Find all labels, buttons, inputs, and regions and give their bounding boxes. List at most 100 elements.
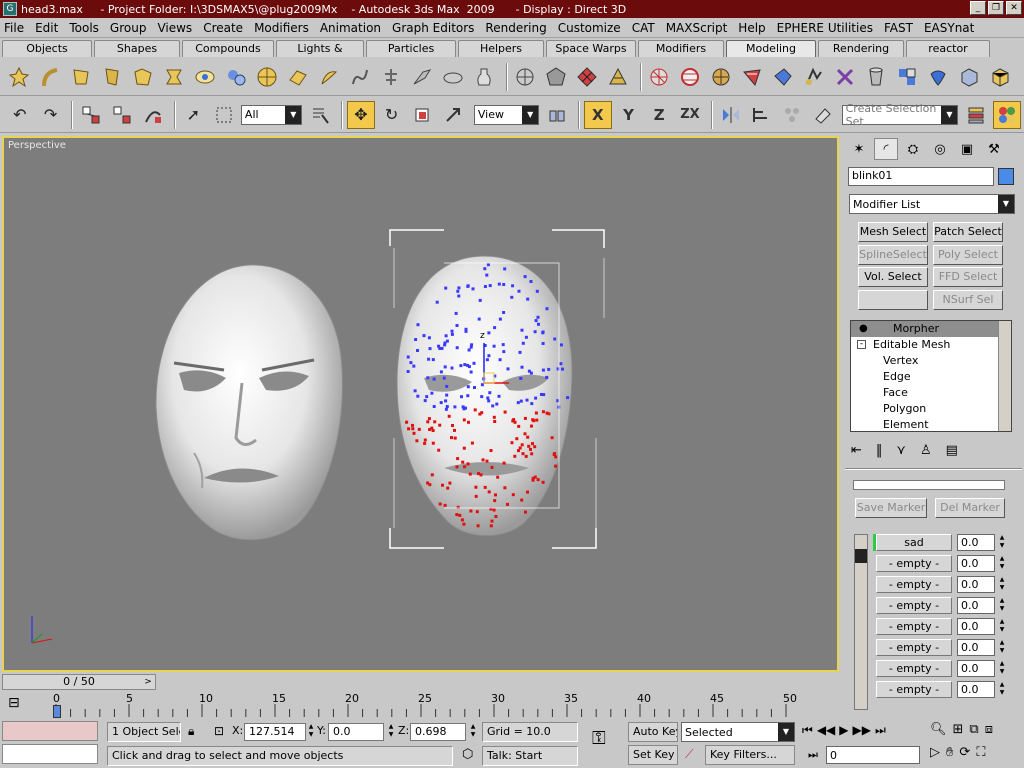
ffd-select-button[interactable]: FFD Select [933,267,1003,287]
stack-scrollbar[interactable] [998,321,1011,431]
stack-item-face[interactable]: Face [851,385,1011,401]
redo-icon[interactable]: ↷ [37,101,65,129]
edit-spline-icon[interactable] [739,64,765,90]
minimize-button[interactable]: _ [970,1,986,15]
morph-channel-3[interactable]: - empty - [876,576,952,593]
y-coordinate-input[interactable]: 0.0 [328,723,384,741]
uvw-map-icon[interactable] [574,64,600,90]
push-icon[interactable] [925,64,951,90]
display-panel-icon[interactable]: ▣ [955,138,979,160]
select-and-link-icon[interactable] [77,101,105,129]
eraser-icon[interactable] [809,101,837,129]
menu-ephere-utilities[interactable]: EPHERE Utilities [777,21,873,35]
tab-rendering[interactable]: Rendering [818,40,904,57]
selection-filter-dropdown[interactable]: All ▼ [240,104,303,125]
optimize-icon[interactable] [543,64,569,90]
morph-channel-4-spinner[interactable]: ▲ ▼ [997,597,1007,614]
stack-item-polygon[interactable]: Polygon [851,401,1011,417]
menu-modifiers[interactable]: Modifiers [254,21,309,35]
tab-shapes[interactable]: Shapes [94,40,180,57]
empty-modifier-button[interactable] [858,290,928,310]
morph-channel-2-spinner[interactable]: ▲ ▼ [997,555,1007,572]
stretch-icon[interactable] [161,64,187,90]
lathe-icon[interactable] [440,64,466,90]
collapse-icon[interactable]: - [857,340,866,349]
stack-item-element[interactable]: Element [851,417,1011,431]
del-marker-button[interactable]: Del Marker [935,498,1005,518]
remove-modifier-icon[interactable]: ♙ [920,443,932,458]
menu-create[interactable]: Create [203,21,243,35]
object-name-field[interactable]: blink01 [848,167,994,186]
angry-head-model[interactable] [155,264,343,541]
noise-icon[interactable] [130,64,156,90]
mirror-icon[interactable] [717,101,745,129]
stack-item-vertex[interactable]: Vertex [851,353,1011,369]
set-key-button[interactable]: Set Key [628,745,678,765]
morph-channel-1[interactable]: sad [876,534,952,551]
maxscript-input-mini[interactable] [2,744,98,764]
morph-channel-5-value[interactable]: 0.0 [957,618,995,635]
bulb-icon[interactable]: ● [859,321,868,337]
maxscript-listener-mini[interactable] [2,721,98,741]
wave-icon[interactable] [285,64,311,90]
menu-customize[interactable]: Customize [558,21,621,35]
next-frame-arrow-icon[interactable]: > [140,674,156,690]
menu-rendering[interactable]: Rendering [485,21,546,35]
use-pivot-center-icon[interactable] [543,101,571,129]
morph-channel-7-spinner[interactable]: ▲ ▼ [997,660,1007,677]
hierarchy-panel-icon[interactable]: ⛭ [901,138,925,160]
configure-sets-icon[interactable]: ▤ [946,443,958,458]
tab-modeling[interactable]: Modeling [726,40,816,57]
restrict-to-x-button[interactable]: X [583,100,612,129]
morph-channel-5[interactable]: - empty - [876,618,952,635]
edit-poly-icon[interactable] [677,64,703,90]
sphere-icon[interactable] [254,64,280,90]
show-end-result-icon[interactable]: ‖ [876,443,883,458]
poly-select-button[interactable]: Poly Select [933,245,1003,265]
select-and-rotate-icon[interactable]: ↻ [378,101,406,129]
twist-icon[interactable] [99,64,125,90]
nsurf-sel-button[interactable]: NSurf Sel [933,290,1003,310]
menu-maxscript[interactable]: MAXScript [666,21,728,35]
undo-icon[interactable]: ↶ [6,101,34,129]
perspective-viewport[interactable]: Perspective z [2,136,839,672]
marker-list[interactable] [853,480,1005,490]
pan-view-icon[interactable]: ✋︎ [946,745,953,760]
time-slider[interactable]: 0 / 50 [2,674,156,690]
morph-channel-2-value[interactable]: 0.0 [957,555,995,572]
tab-helpers[interactable]: Helpers [458,40,544,57]
close-button[interactable]: ✕ [1006,1,1022,15]
named-selection-set-dropdown[interactable]: Create Selection Set ▼ [841,102,959,128]
restore-button[interactable]: ❐ [988,1,1004,15]
skew-icon[interactable] [347,64,373,90]
menu-cat[interactable]: CAT [632,21,655,35]
edit-patch-icon[interactable] [708,64,734,90]
menu-group[interactable]: Group [110,21,147,35]
blink01-head-model[interactable]: z [389,229,605,549]
taper-icon[interactable] [68,64,94,90]
next-frame-icon[interactable]: ▶▶ [853,723,871,738]
lock-selection-icon[interactable]: 🔒︎ [184,722,200,740]
menu-fast[interactable]: FAST [884,21,913,35]
unlink-selection-icon[interactable] [108,101,136,129]
reference-coordinate-dropdown[interactable]: View ▼ [473,104,540,125]
morph-channel-6[interactable]: - empty - [876,639,952,656]
morph-channel-8-spinner[interactable]: ▲ ▼ [997,681,1007,698]
z-coordinate-input[interactable]: 0.698 [410,723,466,741]
bend-icon[interactable] [37,64,63,90]
play-icon[interactable]: ▶ [839,723,848,738]
lattice-icon[interactable] [223,64,249,90]
current-frame-marker[interactable] [53,705,61,718]
rectangular-selection-icon[interactable] [210,101,238,129]
absolute-mode-icon[interactable]: ⊡ [210,722,230,740]
mesh-smooth-icon[interactable] [512,64,538,90]
edit-normals-icon[interactable] [770,64,796,90]
zoom-all-icon[interactable]: ⊞ [953,722,964,737]
menu-easynat[interactable]: EASYnat [924,21,974,35]
maximize-viewport-icon[interactable]: ⛶ [976,745,985,760]
wireframe-box-icon[interactable] [987,64,1013,90]
material-editor-icon[interactable] [993,100,1021,129]
menu-views[interactable]: Views [157,21,192,35]
utilities-panel-icon[interactable]: ⚒ [982,138,1006,160]
mesh-select-button[interactable]: Mesh Select [858,222,928,242]
